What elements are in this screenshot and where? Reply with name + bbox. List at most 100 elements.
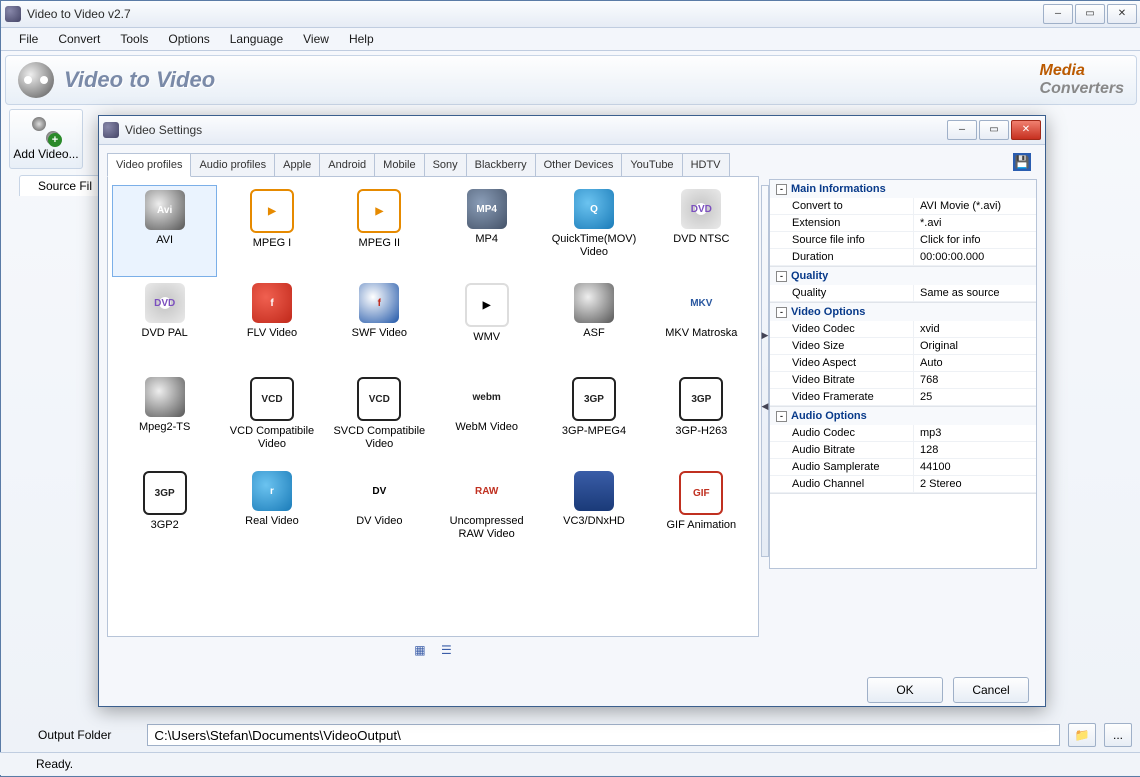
tab-audio-profiles[interactable]: Audio profiles (190, 153, 275, 176)
prop-key: Video Size (770, 338, 914, 354)
prop-value[interactable]: 2 Stereo (914, 476, 1036, 492)
output-folder-input[interactable] (147, 724, 1060, 746)
ok-button[interactable]: OK (867, 677, 943, 703)
dialog-minimize-button[interactable]: — (947, 120, 977, 140)
menu-convert[interactable]: Convert (48, 29, 110, 49)
profile-avi[interactable]: AVI (112, 185, 217, 277)
prop-row[interactable]: Video SizeOriginal (770, 338, 1036, 355)
tab-blackberry[interactable]: Blackberry (466, 153, 536, 176)
prop-value[interactable]: 25 (914, 389, 1036, 405)
dialog-maximize-button[interactable]: ▭ (979, 120, 1009, 140)
prop-value[interactable]: 128 (914, 442, 1036, 458)
profile-webm-video[interactable]: webmWebM Video (434, 373, 539, 465)
dialog-icon (103, 122, 119, 138)
profile-swf-video[interactable]: fSWF Video (327, 279, 432, 371)
prop-value[interactable]: Auto (914, 355, 1036, 371)
prop-value[interactable]: Same as source (914, 285, 1036, 301)
profile-mpeg-i[interactable]: ▶MPEG I (219, 185, 324, 277)
more-button[interactable]: ... (1104, 723, 1132, 747)
close-button[interactable]: ✕ (1107, 4, 1137, 24)
profile-tabs: Video profilesAudio profilesAppleAndroid… (107, 153, 759, 177)
property-grid: -Main InformationsConvert toAVI Movie (*… (769, 179, 1037, 569)
ts-icon (145, 377, 185, 417)
prop-section-header[interactable]: -Audio Options (770, 407, 1036, 425)
prop-value[interactable]: xvid (914, 321, 1036, 337)
prop-row[interactable]: Video AspectAuto (770, 355, 1036, 372)
tab-video-profiles[interactable]: Video profiles (107, 153, 191, 177)
prop-section-header[interactable]: -Quality (770, 267, 1036, 285)
profile-gif-animation[interactable]: GIFGIF Animation (649, 467, 754, 559)
profile-3gp-mpeg4[interactable]: 3GP3GP-MPEG4 (541, 373, 646, 465)
prop-row[interactable]: Video Framerate25 (770, 389, 1036, 406)
prop-value[interactable]: *.avi (914, 215, 1036, 231)
profile-3gp-h263[interactable]: 3GP3GP-H263 (649, 373, 754, 465)
profile-wmv[interactable]: ▶WMV (434, 279, 539, 371)
tab-hdtv[interactable]: HDTV (682, 153, 730, 176)
browse-folder-button[interactable]: 📁 (1068, 723, 1096, 747)
menu-view[interactable]: View (293, 29, 339, 49)
prop-row[interactable]: Video Codecxvid (770, 321, 1036, 338)
profile-dvd-pal[interactable]: DVDDVD PAL (112, 279, 217, 371)
prop-value[interactable]: AVI Movie (*.avi) (914, 198, 1036, 214)
profile-3gp2[interactable]: 3GP3GP2 (112, 467, 217, 559)
menu-file[interactable]: File (9, 29, 48, 49)
menu-options[interactable]: Options (158, 29, 219, 49)
profile-vc3-dnxhd[interactable]: VC3/DNxHD (541, 467, 646, 559)
menu-tools[interactable]: Tools (110, 29, 158, 49)
tab-youtube[interactable]: YouTube (621, 153, 682, 176)
grid-icons-view-button[interactable]: ▦ (414, 643, 425, 657)
prop-value[interactable]: 00:00:00.000 (914, 249, 1036, 265)
profile-svcd-compatibile-video[interactable]: VCDSVCD Compatibile Video (327, 373, 432, 465)
add-video-button[interactable]: + Add Video... (9, 109, 83, 169)
prop-value[interactable]: 768 (914, 372, 1036, 388)
profile-label: MPEG I (253, 237, 292, 250)
profile-mkv-matroska[interactable]: MKVMKV Matroska (649, 279, 754, 371)
3gp-icon: 3GP (679, 377, 723, 421)
profile-vcd-compatibile-video[interactable]: VCDVCD Compatibile Video (219, 373, 324, 465)
dialog-close-button[interactable]: ✕ (1011, 120, 1041, 140)
prop-value[interactable]: mp3 (914, 425, 1036, 441)
prop-row[interactable]: Source file infoClick for info (770, 232, 1036, 249)
cancel-button[interactable]: Cancel (953, 677, 1029, 703)
profile-dvd-ntsc[interactable]: DVDDVD NTSC (649, 185, 754, 277)
save-icon[interactable]: 💾 (1013, 153, 1031, 171)
prop-row[interactable]: Audio Channel2 Stereo (770, 476, 1036, 493)
tab-mobile[interactable]: Mobile (374, 153, 424, 176)
prop-row[interactable]: Convert toAVI Movie (*.avi) (770, 198, 1036, 215)
prop-row[interactable]: Video Bitrate768 (770, 372, 1036, 389)
tab-android[interactable]: Android (319, 153, 375, 176)
profile-quicktime-mov-video[interactable]: QQuickTime(MOV) Video (541, 185, 646, 277)
tab-other-devices[interactable]: Other Devices (535, 153, 623, 176)
profile-mp4[interactable]: MP4MP4 (434, 185, 539, 277)
profile-mpeg-ii[interactable]: ▶MPEG II (327, 185, 432, 277)
prop-value[interactable]: Click for info (914, 232, 1036, 248)
prop-section-header[interactable]: -Video Options (770, 303, 1036, 321)
minimize-button[interactable]: — (1043, 4, 1073, 24)
window-controls: — ▭ ✕ (1043, 4, 1137, 24)
profile-flv-video[interactable]: fFLV Video (219, 279, 324, 371)
tab-apple[interactable]: Apple (274, 153, 320, 176)
prop-row[interactable]: Extension*.avi (770, 215, 1036, 232)
prop-row[interactable]: Audio Samplerate44100 (770, 459, 1036, 476)
tab-sony[interactable]: Sony (424, 153, 467, 176)
prop-section-header[interactable]: -Main Informations (770, 180, 1036, 198)
profile-dv-video[interactable]: DVDV Video (327, 467, 432, 559)
grid-list-view-button[interactable]: ☰ (441, 643, 452, 657)
profile-asf[interactable]: ASF (541, 279, 646, 371)
profile-label: Mpeg2-TS (139, 421, 190, 434)
profile-uncompressed-raw-video[interactable]: RAWUncompressed RAW Video (434, 467, 539, 559)
prop-row[interactable]: Audio Bitrate128 (770, 442, 1036, 459)
profile-mpeg2-ts[interactable]: Mpeg2-TS (112, 373, 217, 465)
menu-language[interactable]: Language (220, 29, 293, 49)
maximize-button[interactable]: ▭ (1075, 4, 1105, 24)
prop-row[interactable]: QualitySame as source (770, 285, 1036, 302)
prop-row[interactable]: Duration00:00:00.000 (770, 249, 1036, 266)
profile-real-video[interactable]: rReal Video (219, 467, 324, 559)
profile-label: 3GP-MPEG4 (562, 425, 626, 438)
add-video-label: Add Video... (13, 147, 78, 161)
prop-value[interactable]: Original (914, 338, 1036, 354)
menu-help[interactable]: Help (339, 29, 384, 49)
prop-value[interactable]: 44100 (914, 459, 1036, 475)
prop-row[interactable]: Audio Codecmp3 (770, 425, 1036, 442)
splitter[interactable]: ▶◀ (761, 185, 769, 557)
